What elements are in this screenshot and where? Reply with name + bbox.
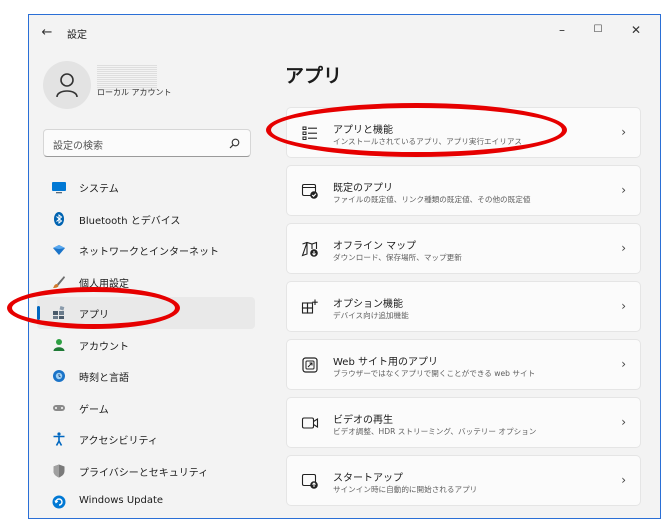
sidebar-item-label: アカウント — [79, 341, 129, 353]
card-title: ビデオの再生 — [333, 415, 393, 426]
avatar[interactable] — [43, 61, 91, 109]
sidebar-item-personalization[interactable]: 個人用設定 — [37, 266, 255, 298]
sidebar-item-gaming[interactable]: ゲーム — [37, 392, 255, 424]
startup-icon — [301, 473, 318, 489]
search-placeholder: 設定の検索 — [53, 141, 103, 152]
card-title: スタートアップ — [333, 473, 403, 484]
chevron-right-icon: › — [621, 357, 626, 371]
sidebar-item-label: システム — [79, 184, 119, 195]
monitor-icon — [52, 182, 66, 194]
card-title: アプリと機能 — [333, 125, 393, 136]
apps-list-icon — [302, 126, 317, 140]
card-optional-features[interactable]: オプション機能 デバイス向け追加機能 › — [286, 281, 641, 332]
update-icon — [52, 495, 66, 509]
globe-clock-icon — [53, 370, 65, 382]
sidebar-item-time-language[interactable]: 時刻と言語 — [37, 360, 255, 392]
sidebar-item-label: ネットワークとインターネット — [79, 247, 219, 258]
card-video-playback[interactable]: ビデオの再生 ビデオ調整、HDR ストリーミング、バッテリー オプション › — [286, 397, 641, 448]
chevron-right-icon: › — [621, 241, 626, 255]
card-description: ファイルの既定値、リンク種類の既定値、その他の既定値 — [333, 195, 531, 204]
maximize-button[interactable]: ☐ — [580, 19, 616, 41]
chevron-right-icon: › — [621, 183, 626, 197]
optional-features-icon — [301, 299, 318, 314]
default-apps-icon — [301, 183, 318, 199]
chevron-right-icon: › — [621, 415, 626, 429]
wifi-diamond-icon — [53, 245, 65, 255]
card-startup[interactable]: スタートアップ サインイン時に自動的に開始されるアプリ › — [286, 455, 641, 506]
card-description: ビデオ調整、HDR ストリーミング、バッテリー オプション — [333, 427, 537, 436]
sidebar-item-label: アプリ — [79, 310, 109, 321]
page-title: アプリ — [285, 65, 343, 87]
sidebar-item-apps[interactable]: アプリ — [37, 297, 255, 329]
card-description: サインイン時に自動的に開始されるアプリ — [333, 485, 478, 494]
card-apps-features[interactable]: アプリと機能 インストールされているアプリ、アプリ実行エイリアス › — [286, 107, 641, 158]
settings-window: ← 設定 – ☐ ✕ ローカル アカウント 設定の検索 システム Bluetoo… — [28, 14, 661, 519]
sidebar-item-accounts[interactable]: アカウント — [37, 329, 255, 361]
sidebar-item-network[interactable]: ネットワークとインターネット — [37, 234, 255, 266]
card-default-apps[interactable]: 既定のアプリ ファイルの既定値、リンク種類の既定値、その他の既定値 › — [286, 165, 641, 216]
video-icon — [301, 417, 319, 429]
card-web-apps[interactable]: Web サイト用のアプリ ブラウザーではなくアプリで開くことができる web サ… — [286, 339, 641, 390]
card-title: 既定のアプリ — [333, 183, 393, 194]
gamepad-icon — [53, 404, 65, 411]
sidebar-item-accessibility[interactable]: アクセシビリティ — [37, 423, 255, 455]
person-icon — [56, 73, 78, 98]
search-icon — [229, 138, 240, 149]
accessibility-icon — [53, 432, 65, 446]
card-offline-maps[interactable]: オフライン マップ ダウンロード、保存場所、マップ更新 › — [286, 223, 641, 274]
card-description: インストールされているアプリ、アプリ実行エイリアス — [333, 137, 523, 146]
sidebar-item-label: 個人用設定 — [79, 278, 129, 290]
close-button[interactable]: ✕ — [618, 19, 654, 41]
settings-card-list: アプリと機能 インストールされているアプリ、アプリ実行エイリアス › 既定のアプ… — [286, 107, 641, 513]
shield-icon — [53, 464, 65, 477]
sidebar-item-label: ゲーム — [79, 404, 109, 416]
sidebar-item-label: 時刻と言語 — [79, 373, 129, 384]
card-title: Web サイト用のアプリ — [333, 357, 438, 368]
sidebar-item-windows-update[interactable]: Windows Update — [37, 486, 255, 518]
web-apps-icon — [302, 357, 318, 373]
sidebar-nav: システム Bluetooth とデバイス ネットワークとインターネット 個人用設… — [37, 171, 255, 518]
card-description: ブラウザーではなくアプリで開くことができる web サイト — [333, 369, 536, 378]
sidebar-item-system[interactable]: システム — [37, 171, 255, 203]
card-title: オフライン マップ — [333, 241, 417, 252]
back-arrow-icon[interactable]: ← — [39, 25, 55, 41]
chevron-right-icon: › — [621, 125, 626, 139]
sidebar-item-bluetooth[interactable]: Bluetooth とデバイス — [37, 203, 255, 235]
account-type: ローカル アカウント — [97, 88, 172, 97]
offline-map-icon — [301, 241, 318, 257]
sidebar-item-label: Bluetooth とデバイス — [79, 215, 181, 227]
apps-icon — [53, 306, 65, 319]
search-input[interactable]: 設定の検索 — [43, 129, 251, 157]
selection-indicator — [37, 306, 40, 320]
title-bar: ← 設定 – ☐ ✕ — [29, 15, 660, 53]
sidebar-item-privacy[interactable]: プライバシーとセキュリティ — [37, 455, 255, 487]
sidebar-item-label: アクセシビリティ — [79, 436, 158, 447]
person-icon — [53, 338, 65, 351]
bluetooth-icon — [54, 211, 64, 226]
window-title: 設定 — [67, 30, 87, 41]
card-description: ダウンロード、保存場所、マップ更新 — [333, 253, 462, 262]
chevron-right-icon: › — [621, 299, 626, 313]
brush-icon — [53, 275, 65, 288]
sidebar-item-label: プライバシーとセキュリティ — [79, 467, 209, 479]
card-description: デバイス向け追加機能 — [333, 311, 409, 320]
sidebar-item-label: Windows Update — [79, 495, 164, 506]
chevron-right-icon: › — [621, 473, 626, 487]
card-title: オプション機能 — [333, 299, 403, 310]
minimize-button[interactable]: – — [544, 19, 580, 41]
